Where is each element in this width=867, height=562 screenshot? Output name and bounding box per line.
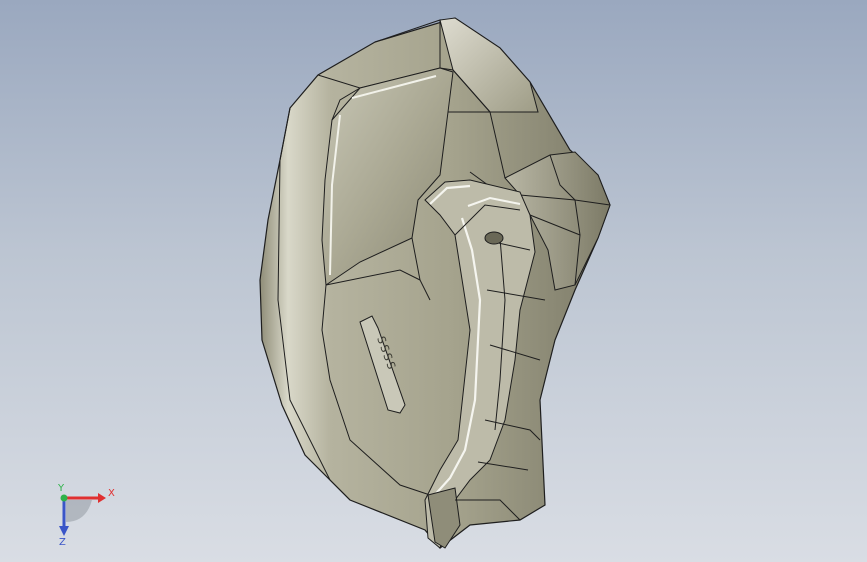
hole (484, 231, 504, 245)
part-model-3d[interactable]: SSSS (0, 0, 867, 562)
z-axis-label: Z (59, 537, 66, 548)
graphics-viewport[interactable]: SSSS X Y Z (0, 0, 867, 562)
orientation-triad: X Y Z (57, 483, 115, 548)
triad-shadow (66, 500, 92, 522)
x-axis-label: X (108, 488, 115, 499)
y-axis-label: Y (57, 483, 65, 494)
